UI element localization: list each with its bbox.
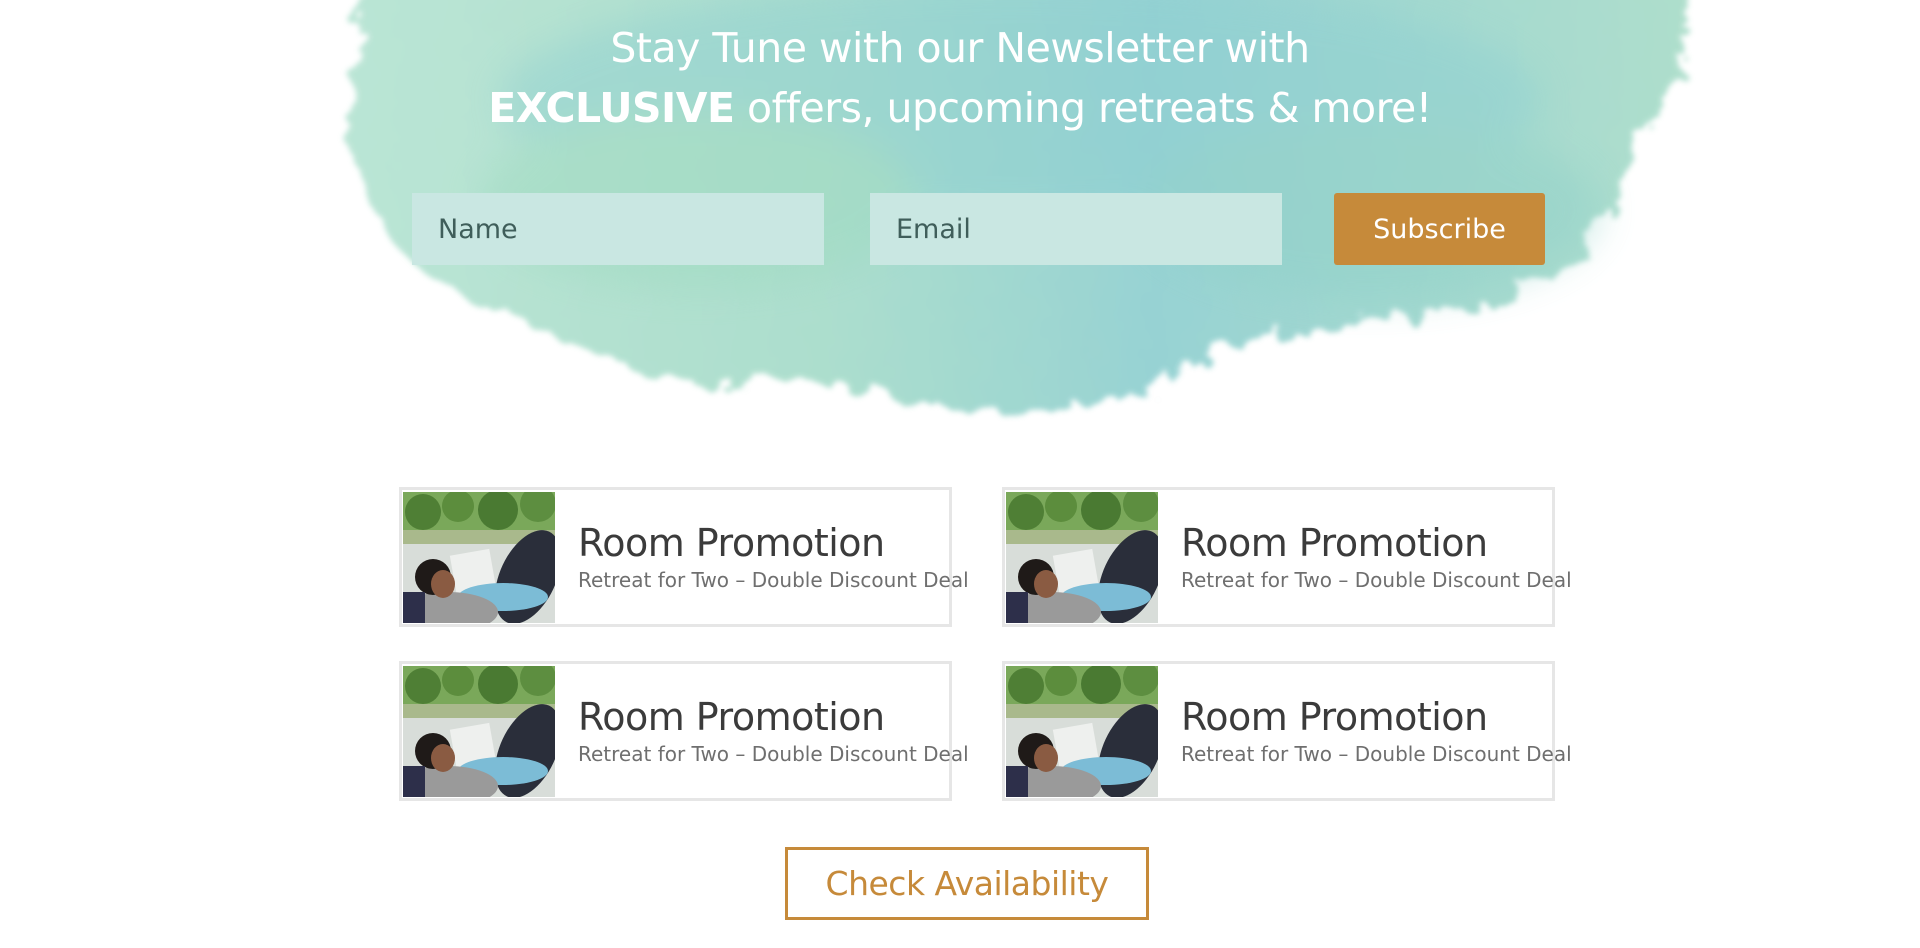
promotion-card[interactable]: Room Promotion Retreat for Two – Double … bbox=[1002, 661, 1572, 801]
promotion-subtitle: Retreat for Two – Double Discount Deal bbox=[1181, 568, 1572, 592]
headline-line-2-rest: offers, upcoming retreats & more! bbox=[734, 84, 1432, 132]
page: Stay Tune with our Newsletter with EXCLU… bbox=[0, 0, 1920, 948]
check-availability-button[interactable]: Check Availability bbox=[785, 847, 1149, 920]
promotion-card[interactable]: Room Promotion Retreat for Two – Double … bbox=[399, 661, 969, 801]
promotion-title: Room Promotion bbox=[1181, 695, 1488, 739]
subscribe-button[interactable]: Subscribe bbox=[1334, 193, 1545, 265]
promotion-thumbnail-image bbox=[403, 665, 555, 797]
promotion-thumbnail-image bbox=[403, 491, 555, 623]
newsletter-headline: Stay Tune with our Newsletter with EXCLU… bbox=[0, 18, 1920, 138]
promotion-thumbnail-image bbox=[1006, 491, 1158, 623]
promotion-subtitle: Retreat for Two – Double Discount Deal bbox=[578, 568, 969, 592]
promotion-title: Room Promotion bbox=[578, 695, 885, 739]
name-input[interactable] bbox=[412, 193, 824, 265]
headline-line-2: EXCLUSIVE offers, upcoming retreats & mo… bbox=[0, 78, 1920, 138]
email-input[interactable] bbox=[870, 193, 1282, 265]
promotion-text: Room Promotion Retreat for Two – Double … bbox=[578, 521, 969, 593]
promotion-text: Room Promotion Retreat for Two – Double … bbox=[578, 695, 969, 767]
headline-line-1: Stay Tune with our Newsletter with bbox=[610, 24, 1310, 72]
promotion-subtitle: Retreat for Two – Double Discount Deal bbox=[578, 742, 969, 766]
promotion-thumbnail-image bbox=[1006, 665, 1158, 797]
promotion-text: Room Promotion Retreat for Two – Double … bbox=[1181, 521, 1572, 593]
promotion-title: Room Promotion bbox=[578, 521, 885, 565]
headline-exclusive: EXCLUSIVE bbox=[488, 84, 735, 132]
promotion-card[interactable]: Room Promotion Retreat for Two – Double … bbox=[399, 487, 969, 627]
promotion-card[interactable]: Room Promotion Retreat for Two – Double … bbox=[1002, 487, 1572, 627]
promotion-subtitle: Retreat for Two – Double Discount Deal bbox=[1181, 742, 1572, 766]
promotion-text: Room Promotion Retreat for Two – Double … bbox=[1181, 695, 1572, 767]
promotion-title: Room Promotion bbox=[1181, 521, 1488, 565]
